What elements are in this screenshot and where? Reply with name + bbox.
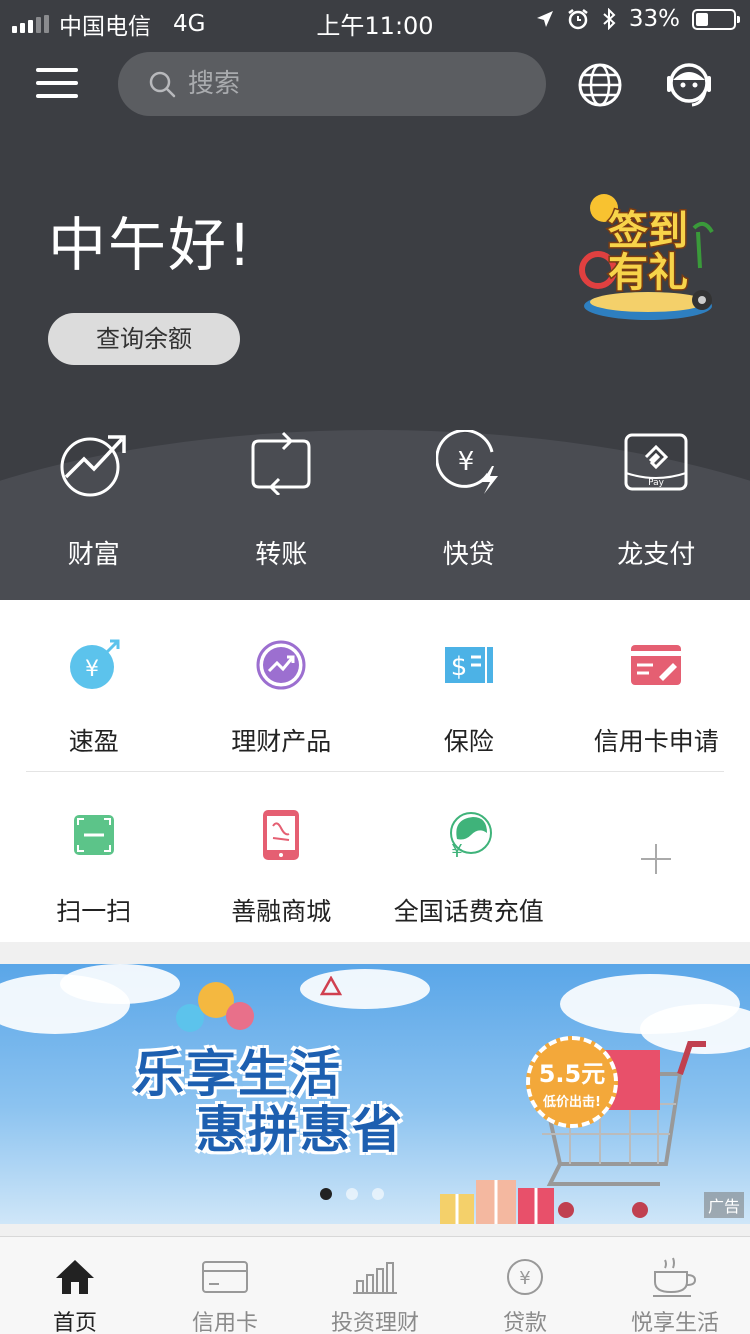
quick-actions: 财富 转账 ¥ 快贷 Pay 龙支付 (0, 428, 750, 578)
battery-icon (692, 8, 740, 30)
shanrong-mall-icon (263, 810, 300, 860)
service-scan[interactable]: 扫一扫 (0, 772, 188, 942)
balloons-icon (176, 982, 254, 1032)
banner-title-line1: 乐享生活 (134, 1045, 342, 1103)
svg-text:¥: ¥ (519, 1268, 530, 1289)
service-label: 信用卡申请 (593, 727, 719, 756)
credit-card-apply-icon (631, 645, 682, 685)
search-icon (149, 71, 176, 98)
price-badge-caption: 低价出击! (543, 1095, 601, 1110)
investment-bars-icon (353, 1262, 397, 1294)
tab-lifestyle[interactable]: 悦享生活 (600, 1237, 750, 1334)
ad-label: 广告 (703, 1192, 744, 1218)
service-label: 速盈 (68, 727, 119, 756)
quick-action-label: 龙支付 (617, 540, 696, 570)
bottom-tab-bar: 首页 信用卡 投资理财 ¥ 贷款 悦享生活 (0, 1236, 750, 1334)
status-bar: 中国电信 4G 上午11:00 33% (0, 0, 750, 42)
promo-line1: 签到 (608, 208, 688, 254)
header-area: 中国电信 4G 上午11:00 33% 搜索 中午好! 查询余额 签到 有礼 财… (0, 0, 750, 600)
tab-investment[interactable]: 投资理财 (300, 1237, 450, 1334)
promo-line2: 有礼 (608, 250, 688, 296)
banner-title: 乐享生活 惠拼惠省 (134, 1046, 404, 1158)
quick-profit-icon: ¥ (69, 639, 120, 689)
tab-loan[interactable]: ¥ 贷款 (450, 1237, 600, 1334)
quick-action-quick-loan[interactable]: ¥ 快贷 (375, 428, 563, 578)
svg-text:Pay: Pay (648, 478, 665, 488)
price-badge-amount: 5.5元 (538, 1060, 606, 1088)
tab-label: 投资理财 (330, 1311, 419, 1334)
banner-title-line2: 惠拼惠省 (196, 1101, 404, 1159)
quick-action-label: 快贷 (442, 540, 495, 570)
status-right: 33% (535, 6, 740, 32)
services-row-2: 扫一扫 善融商城 ¥ 全国话费充值 (0, 772, 750, 942)
tab-label: 信用卡 (191, 1311, 258, 1334)
svg-text:$: $ (450, 652, 467, 682)
service-label: 扫一扫 (56, 897, 132, 926)
carousel-dot[interactable] (372, 1188, 384, 1200)
promo-banner[interactable]: 乐享生活 惠拼惠省 广告 (0, 964, 750, 1224)
search-input[interactable] (188, 69, 518, 99)
carousel-dot-active[interactable] (320, 1188, 332, 1200)
sign-in-reward-badge[interactable]: 签到 有礼 (576, 188, 720, 328)
carousel-dot[interactable] (346, 1188, 358, 1200)
service-label: 理财产品 (231, 727, 332, 756)
bluetooth-icon (603, 8, 616, 30)
loan-yen-icon: ¥ (507, 1259, 543, 1295)
service-label: 保险 (443, 727, 494, 756)
top-navbar (0, 50, 750, 118)
hamburger-menu-icon[interactable] (36, 68, 78, 100)
wealth-product-icon (256, 640, 306, 690)
svg-text:¥: ¥ (451, 841, 462, 861)
greeting-text: 中午好! (48, 211, 254, 279)
service-label: 全国话费充值 (393, 897, 544, 926)
service-label: 善融商城 (231, 897, 332, 926)
quick-action-transfer[interactable]: 转账 (188, 428, 376, 578)
service-credit-card-apply[interactable]: 信用卡申请 (563, 600, 750, 772)
tab-credit-card[interactable]: 信用卡 (150, 1237, 300, 1334)
quick-loan-icon: ¥ (435, 430, 498, 494)
tab-label: 首页 (52, 1311, 97, 1334)
tab-label: 悦享生活 (630, 1311, 719, 1334)
home-icon (56, 1260, 94, 1294)
globe-icon[interactable] (577, 62, 623, 108)
credit-card-icon (202, 1261, 248, 1293)
scan-icon (73, 815, 114, 855)
svg-text:¥: ¥ (457, 447, 474, 477)
insurance-icon: $ (444, 647, 493, 683)
search-box[interactable] (118, 52, 546, 116)
svg-text:¥: ¥ (85, 657, 99, 682)
service-phone-recharge[interactable]: ¥ 全国话费充值 (375, 772, 563, 942)
tab-label: 贷款 (502, 1311, 547, 1334)
quick-action-long-pay[interactable]: Pay 龙支付 (563, 428, 750, 578)
battery-percent: 33% (628, 6, 680, 32)
quick-action-label: 财富 (67, 540, 120, 570)
wealth-chart-icon (60, 435, 126, 497)
coffee-cup-icon (653, 1257, 697, 1297)
plus-icon (641, 844, 672, 874)
long-pay-icon: Pay (624, 433, 688, 491)
service-shanrong-mall[interactable]: 善融商城 (188, 772, 376, 942)
service-add-more[interactable] (563, 772, 750, 942)
quick-action-wealth[interactable]: 财富 (0, 428, 188, 578)
service-wealth-products[interactable]: 理财产品 (188, 600, 376, 772)
transfer-icon (251, 431, 311, 495)
services-grid: ¥ 速盈 理财产品 $ 保险 信用卡申请 扫一扫 善融商城 ¥ 全国话费充值 (0, 600, 750, 942)
quick-action-label: 转账 (255, 540, 308, 570)
price-badge: 5.5元 低价出击! (526, 1036, 618, 1128)
service-insurance[interactable]: $ 保险 (375, 600, 563, 772)
alarm-clock-icon (568, 9, 588, 30)
service-quick-profit[interactable]: ¥ 速盈 (0, 600, 188, 772)
services-row-1: ¥ 速盈 理财产品 $ 保险 信用卡申请 (0, 600, 750, 772)
triangle-decoration-icon (320, 976, 342, 996)
phone-recharge-icon: ¥ (449, 812, 492, 861)
check-balance-button[interactable]: 查询余额 (48, 313, 240, 365)
location-arrow-icon (536, 11, 553, 27)
customer-service-icon[interactable] (662, 58, 716, 112)
tab-home[interactable]: 首页 (0, 1237, 150, 1334)
